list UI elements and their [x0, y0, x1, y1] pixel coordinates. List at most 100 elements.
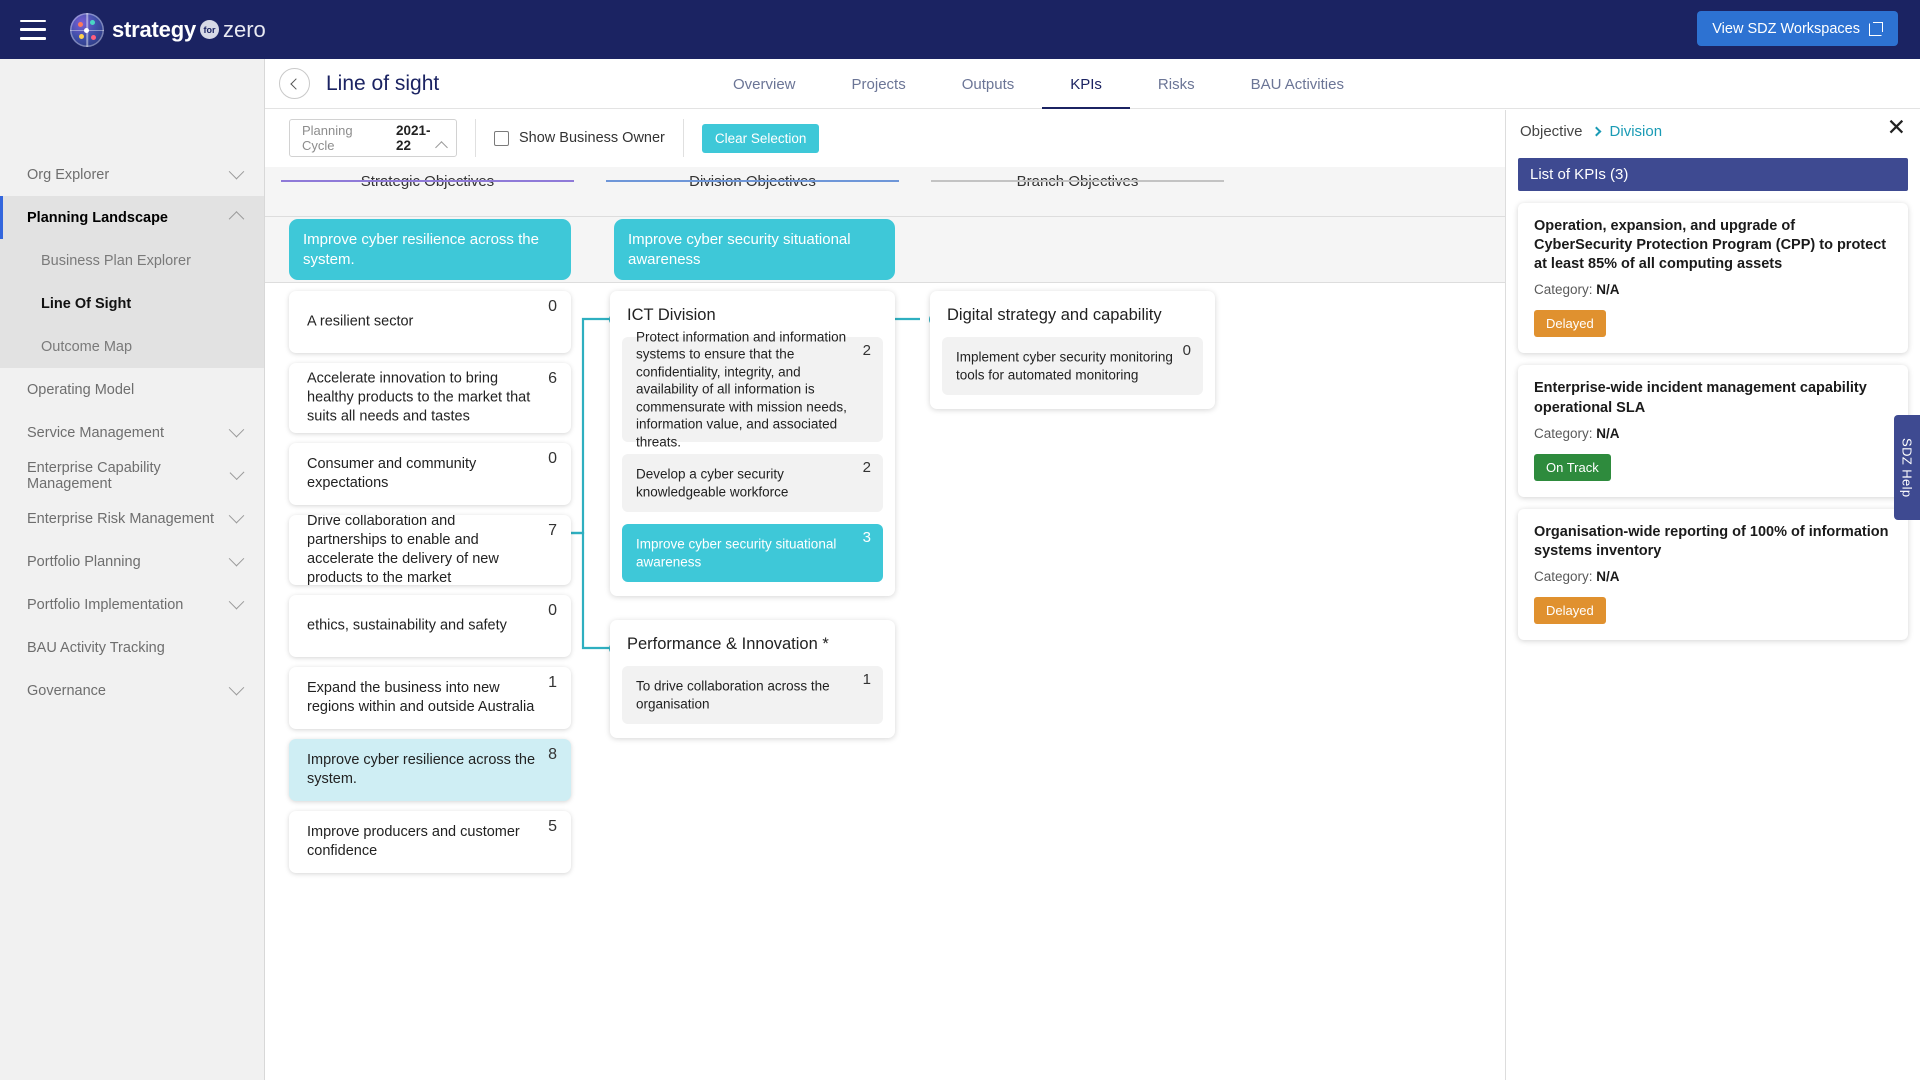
selected-chip-strategic[interactable]: Improve cyber resilience across the syst… — [289, 219, 571, 280]
tab-overview[interactable]: Overview — [705, 59, 824, 109]
kpi-category: Category: N/A — [1534, 569, 1892, 584]
tab-bau-activities[interactable]: BAU Activities — [1223, 59, 1372, 109]
sidebar-item-portfolio-implementation[interactable]: Portfolio Implementation — [0, 583, 264, 626]
kpi-card[interactable]: Enterprise-wide incident management capa… — [1518, 365, 1908, 496]
sidebar-item-portfolio-planning[interactable]: Portfolio Planning — [0, 540, 264, 583]
kpi-category-value: N/A — [1596, 569, 1619, 584]
sidebar-subitem-label: Business Plan Explorer — [41, 253, 191, 269]
sidebar-subitem-label: Line Of Sight — [41, 296, 131, 312]
sidebar-item-label: BAU Activity Tracking — [27, 640, 165, 656]
branch-objective-card[interactable]: 0 Implement cyber security monitoring to… — [942, 337, 1203, 395]
column-division-objectives: ICT Division 2 Protect information and i… — [610, 283, 895, 738]
sidebar-item-label: Enterprise Capability Management — [27, 460, 232, 492]
objective-text: Develop a cyber security knowledgeable w… — [622, 465, 883, 500]
kpi-side-panel: Objective Division ✕ List of KPIs (3) Op… — [1505, 110, 1920, 1080]
status-badge: On Track — [1534, 454, 1611, 481]
sidebar-item-governance[interactable]: Governance — [0, 669, 264, 712]
branch-group-card: Digital strategy and capability 0 Implem… — [930, 291, 1215, 409]
sidebar-item-enterprise-capability-management[interactable]: Enterprise Capability Management — [0, 454, 264, 497]
logo-for-badge: for — [200, 20, 219, 39]
objective-card[interactable]: 0 Consumer and community expectations — [289, 443, 571, 505]
kpi-card[interactable]: Operation, expansion, and upgrade of Cyb… — [1518, 203, 1908, 353]
objective-card[interactable]: 7 Drive collaboration and partnerships t… — [289, 515, 571, 585]
logo-strategy-text: strategy — [112, 17, 196, 43]
objective-card-selected[interactable]: 8 Improve cyber resilience across the sy… — [289, 739, 571, 801]
tab-outputs[interactable]: Outputs — [934, 59, 1043, 109]
kpi-title: Organisation-wide reporting of 100% of i… — [1534, 523, 1892, 561]
tab-label: Outputs — [962, 76, 1015, 93]
top-bar: strategy for zero View SDZ Workspaces — [0, 0, 1920, 59]
sidebar-subitem-label: Outcome Map — [41, 339, 132, 355]
tab-label: Risks — [1158, 76, 1195, 93]
sidebar-item-label: Portfolio Planning — [27, 554, 141, 570]
chevron-down-icon — [229, 164, 245, 180]
division-objective-card[interactable]: 2 Develop a cyber security knowledgeable… — [622, 454, 883, 512]
breadcrumb-current[interactable]: Division — [1610, 123, 1663, 140]
hamburger-icon[interactable] — [20, 20, 46, 40]
page-header: Line of sight Overview Projects Outputs … — [265, 59, 1920, 109]
kpi-list-header: List of KPIs (3) — [1518, 158, 1908, 191]
chevron-down-icon — [229, 422, 245, 438]
back-button[interactable] — [279, 68, 310, 99]
planning-cycle-label: Planning Cycle — [302, 123, 386, 153]
tab-label: Projects — [852, 76, 906, 93]
sidebar-group-planning-landscape: Planning Landscape Business Plan Explore… — [0, 196, 264, 368]
objective-text: Drive collaboration and partnerships to … — [289, 515, 571, 585]
objective-card[interactable]: 0 A resilient sector — [289, 291, 571, 353]
status-badge: Delayed — [1534, 310, 1606, 337]
tab-kpis[interactable]: KPIs — [1042, 59, 1130, 109]
column-rule — [281, 180, 574, 183]
show-business-owner-toggle[interactable]: Show Business Owner — [494, 130, 665, 146]
show-business-owner-checkbox[interactable] — [494, 131, 509, 146]
tab-projects[interactable]: Projects — [824, 59, 934, 109]
selected-chip-division[interactable]: Improve cyber security situational aware… — [614, 219, 895, 280]
column-branch-objectives: Digital strategy and capability 0 Implem… — [930, 283, 1215, 409]
breadcrumb-root[interactable]: Objective — [1520, 123, 1583, 140]
objective-text: Consumer and community expectations — [289, 455, 571, 493]
sidebar-item-label: Service Management — [27, 425, 164, 441]
objective-text: Improve cyber resilience across the syst… — [289, 751, 571, 789]
column-header-strategic: Strategic Objectives — [265, 167, 590, 190]
sidebar-item-operating-model[interactable]: Operating Model — [0, 368, 264, 411]
kpi-card[interactable]: Organisation-wide reporting of 100% of i… — [1518, 509, 1908, 640]
sidebar-item-org-explorer[interactable]: Org Explorer — [0, 153, 264, 196]
view-sdz-workspaces-button[interactable]: View SDZ Workspaces — [1697, 11, 1898, 46]
objective-card[interactable]: 1 Expand the business into new regions w… — [289, 667, 571, 729]
sdz-help-tab[interactable]: SDZ Help — [1894, 415, 1920, 520]
objective-card[interactable]: 5 Improve producers and customer confide… — [289, 811, 571, 873]
close-icon[interactable]: ✕ — [1887, 116, 1906, 139]
clear-selection-button[interactable]: Clear Selection — [702, 124, 820, 153]
breadcrumb: Objective Division ✕ — [1506, 110, 1920, 152]
sidebar: Org Explorer Planning Landscape Business… — [0, 59, 265, 1080]
sidebar-item-business-plan-explorer[interactable]: Business Plan Explorer — [0, 239, 264, 282]
tab-risks[interactable]: Risks — [1130, 59, 1223, 109]
logo-zero-text: zero — [223, 17, 266, 43]
division-objective-card[interactable]: 1 To drive collaboration across the orga… — [622, 666, 883, 724]
back-chevron-icon — [290, 78, 301, 89]
sidebar-item-planning-landscape[interactable]: Planning Landscape — [0, 196, 264, 239]
division-objective-card[interactable]: 2 Protect information and information sy… — [622, 337, 883, 442]
objective-text: Improve producers and customer confidenc… — [289, 823, 571, 861]
chevron-right-icon — [1591, 126, 1601, 136]
branch-group-title: Digital strategy and capability — [942, 303, 1203, 337]
sidebar-item-line-of-sight[interactable]: Line Of Sight — [0, 282, 264, 325]
sidebar-item-label: Enterprise Risk Management — [27, 511, 214, 527]
sidebar-item-bau-activity-tracking[interactable]: BAU Activity Tracking — [0, 626, 264, 669]
objective-text: ethics, sustainability and safety — [289, 616, 571, 635]
sidebar-item-enterprise-risk-management[interactable]: Enterprise Risk Management — [0, 497, 264, 540]
chevron-down-icon — [229, 551, 245, 567]
objective-card[interactable]: 6 Accelerate innovation to bring healthy… — [289, 363, 571, 433]
view-sdz-workspaces-label: View SDZ Workspaces — [1712, 21, 1860, 37]
planning-cycle-select[interactable]: Planning Cycle 2021-22 — [289, 119, 457, 157]
sidebar-item-service-management[interactable]: Service Management — [0, 411, 264, 454]
division-group-card: ICT Division 2 Protect information and i… — [610, 291, 895, 596]
sidebar-item-label: Planning Landscape — [27, 210, 168, 226]
globe-icon — [70, 13, 104, 47]
division-objective-card-selected[interactable]: 3 Improve cyber security situational awa… — [622, 524, 883, 582]
kpi-category-label: Category: — [1534, 569, 1593, 584]
sidebar-item-outcome-map[interactable]: Outcome Map — [0, 325, 264, 368]
objective-card[interactable]: 0 ethics, sustainability and safety — [289, 595, 571, 657]
tab-bar: Overview Projects Outputs KPIs Risks BAU… — [705, 59, 1372, 109]
chevron-down-icon — [229, 508, 245, 524]
chevron-down-icon — [229, 680, 245, 696]
